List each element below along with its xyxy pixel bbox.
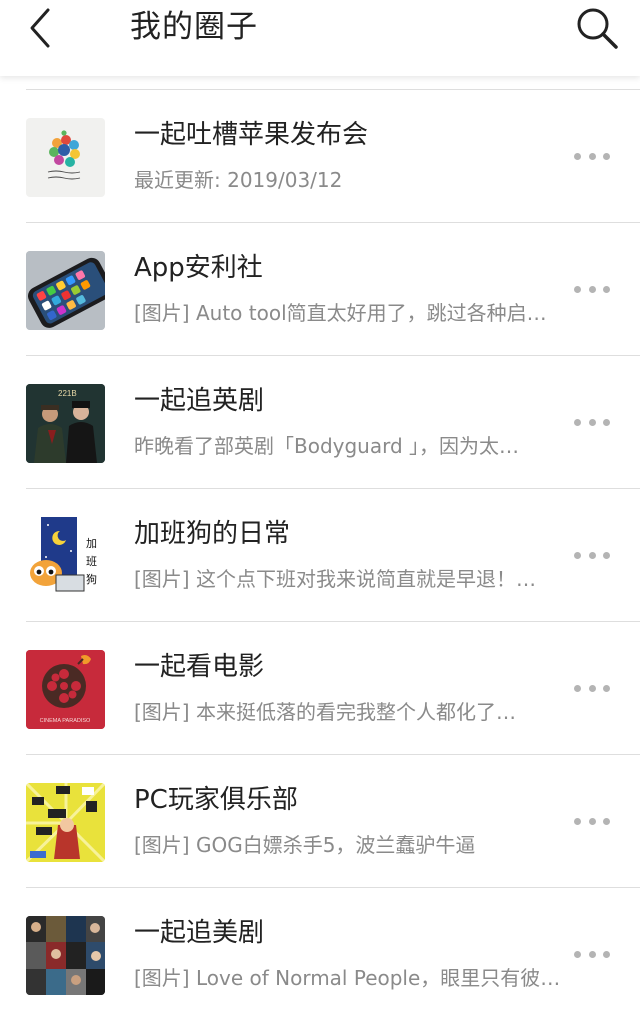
circle-latest: [图片] 这个点下班对我来说简直就是早退！… [134,567,536,591]
circle-latest: [图片] GOG白嫖杀手5，波兰蠢驴牛逼 [134,833,476,857]
svg-text:加: 加 [86,537,97,550]
svg-text:班: 班 [86,555,97,568]
more-dots-icon[interactable] [574,674,610,702]
search-icon[interactable] [574,5,620,51]
circle-latest: 昨晚看了部英剧「Bodyguard 」，因为太… [134,434,520,458]
circle-name: 一起吐槽苹果发布会 [134,120,369,150]
apple-logo-icon [26,118,105,197]
circle-name: 一起追美剧 [134,918,265,948]
list-item[interactable]: PC玩家俱乐部 [图片] GOG白嫖杀手5，波兰蠢驴牛逼 [0,755,640,887]
top-bar: 我的圈子 [0,0,640,76]
more-dots-icon[interactable] [574,940,610,968]
circle-name: 加班狗的日常 [134,519,291,549]
film-reel-icon: CINEMA PARADISO [26,650,105,729]
more-dots-icon[interactable] [574,807,610,835]
circle-name: 一起看电影 [134,652,265,682]
more-dots-icon[interactable] [574,408,610,436]
more-dots-icon[interactable] [574,275,610,303]
list-item[interactable]: CINEMA PARADISO 一起看电影 [图片] 本来挺低落的看完我整个人都… [0,622,640,754]
list-item[interactable]: 一起吐槽苹果发布会 最近更新: 2019/03/12 [0,90,640,222]
chevron-left-icon[interactable] [20,6,64,50]
svg-text:CINEMA PARADISO: CINEMA PARADISO [40,718,91,724]
sale-tags-icon [26,783,105,862]
circle-latest: [图片] 本来挺低落的看完我整个人都化了… [134,700,516,724]
more-dots-icon[interactable] [574,142,610,170]
circle-name: App安利社 [134,253,263,283]
list-item[interactable]: 加 班 狗 加班狗的日常 [图片] 这个点下班对我来说简直就是早退！… [0,489,640,621]
more-dots-icon[interactable] [574,541,610,569]
dog-laptop-icon: 加 班 狗 [26,517,105,596]
svg-text:狗: 狗 [86,573,97,586]
circle-latest: [图片] Auto tool简直太好用了，跳过各种启… [134,301,547,325]
phone-apps-icon [26,251,105,330]
list-item[interactable]: 一起追美剧 [图片] Love of Normal People，眼里只有彼… [0,888,640,1020]
circle-latest: [图片] Love of Normal People，眼里只有彼… [134,966,561,990]
sherlock-poster-icon: 221B [26,384,105,463]
svg-text:221B: 221B [58,389,77,398]
circle-name: 一起追英剧 [134,386,265,416]
page-title: 我的圈子 [130,9,258,45]
list-item[interactable]: 221B 一起追英剧 昨晚看了部英剧「Bodyguard 」，因为太… [0,356,640,488]
circle-name: PC玩家俱乐部 [134,785,298,815]
list-item[interactable]: App安利社 [图片] Auto tool简直太好用了，跳过各种启… [0,223,640,355]
poster-collage-icon [26,916,105,995]
circle-latest: 最近更新: 2019/03/12 [134,168,343,192]
